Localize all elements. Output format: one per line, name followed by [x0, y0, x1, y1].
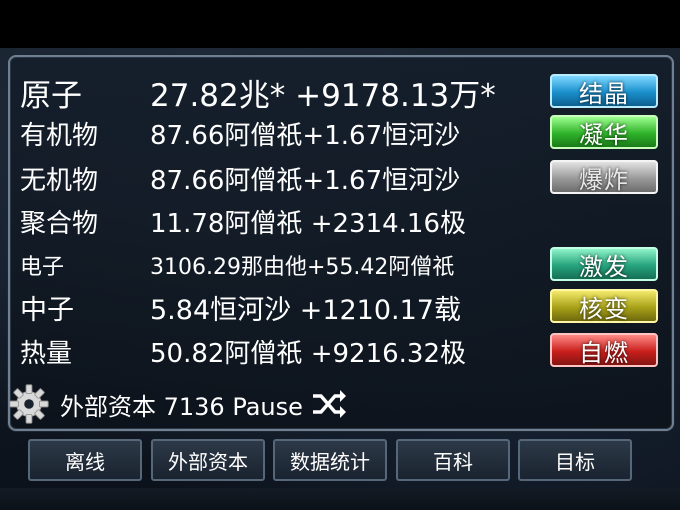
crystallize-button[interactable]: 结晶 [550, 74, 658, 108]
resource-value: 87.66阿僧祇+1.67恒河沙 [150, 120, 461, 151]
resource-value: 5.84恒河沙 +1210.17载 [150, 294, 461, 326]
resource-value: 87.66阿僧祇+1.67恒河沙 [150, 165, 461, 196]
tab-goals[interactable]: 目标 [518, 439, 632, 481]
resource-name: 无机物 [20, 165, 99, 196]
tab-external-capital[interactable]: 外部资本 [151, 439, 265, 481]
explode-button[interactable]: 爆炸 [550, 160, 658, 194]
resource-value: 11.78阿僧祇 +2314.16极 [150, 208, 466, 239]
resource-name: 热量 [20, 338, 73, 369]
fission-button[interactable]: 核变 [550, 289, 658, 323]
resource-name: 中子 [20, 294, 74, 326]
condense-button[interactable]: 凝华 [550, 115, 658, 149]
resource-row-polymer: 聚合物 11.78阿僧祇 +2314.16极 [20, 201, 466, 241]
status-bar: 外部资本 7136 Pause [8, 382, 347, 426]
status-text: 外部资本 7136 Pause [60, 392, 303, 421]
bottom-edge [0, 488, 680, 510]
tab-offline[interactable]: 离线 [28, 439, 142, 481]
top-black-bar [0, 0, 680, 48]
resource-row-neutron: 中子 5.84恒河沙 +1210.17载 [20, 287, 461, 327]
tab-statistics[interactable]: 数据统计 [273, 439, 387, 481]
resource-value: 3106.29那由他+55.42阿僧祇 [150, 255, 455, 280]
resource-name: 有机物 [20, 120, 99, 151]
resource-value: 50.82阿僧祇 +9216.32极 [150, 338, 466, 369]
resource-row-heat: 热量 50.82阿僧祇 +9216.32极 [20, 331, 466, 371]
shuffle-icon[interactable] [311, 388, 347, 420]
resource-name: 电子 [20, 255, 65, 280]
excite-button[interactable]: 激发 [550, 247, 658, 281]
resource-row-organic: 有机物 87.66阿僧祇+1.67恒河沙 [20, 113, 460, 153]
resource-row-electron: 电子 3106.29那由他+55.42阿僧祇 [20, 245, 454, 285]
resource-row-inorganic: 无机物 87.66阿僧祇+1.67恒河沙 [20, 158, 460, 198]
resource-row-atom: 原子 27.82兆* +9178.13万* [20, 72, 496, 114]
tab-encyclopedia[interactable]: 百科 [396, 439, 510, 481]
resource-name: 原子 [20, 77, 82, 114]
ignite-button[interactable]: 自燃 [550, 333, 658, 367]
gear-icon[interactable] [8, 383, 50, 425]
resource-value: 27.82兆* +9178.13万* [150, 77, 496, 114]
resource-name: 聚合物 [20, 208, 99, 239]
